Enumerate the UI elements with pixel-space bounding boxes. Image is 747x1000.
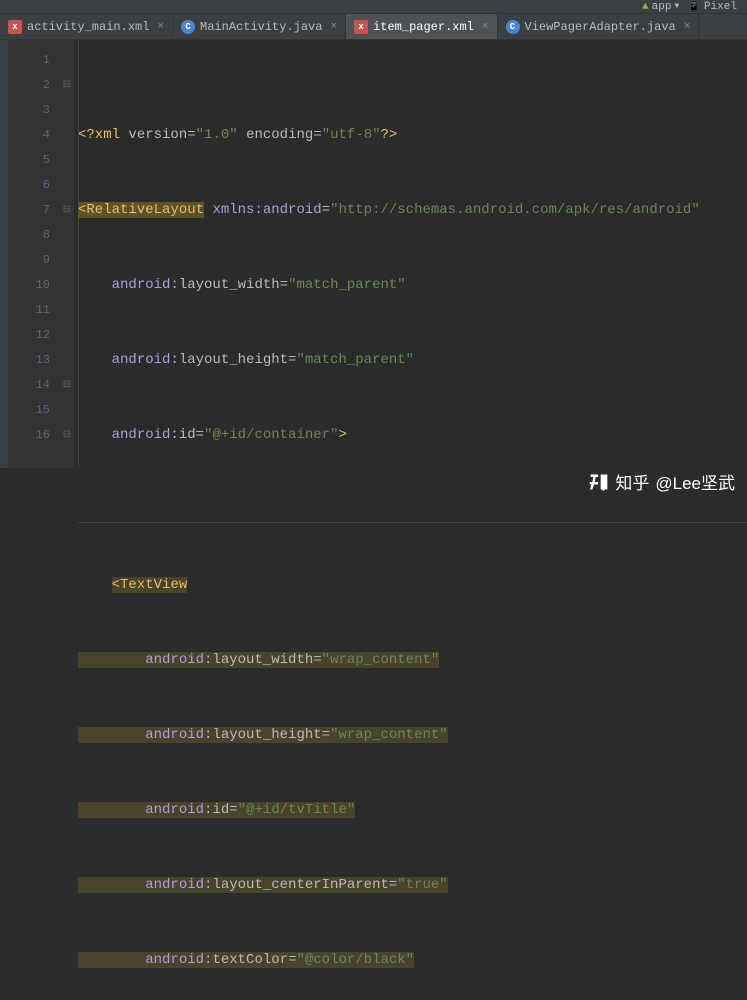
code-line: <?xml version="1.0" encoding="utf-8"?> [78, 123, 747, 148]
code-line: <RelativeLayout xmlns:android="http://sc… [78, 198, 747, 223]
tab-activity-main[interactable]: x activity_main.xml × [0, 14, 173, 39]
editor-tabs: x activity_main.xml × C MainActivity.jav… [0, 14, 747, 40]
code-line: android:id="@+id/tvTitle" [78, 798, 747, 823]
line-number: 6 [8, 173, 50, 198]
line-number: 11 [8, 298, 50, 323]
line-number: 1 [8, 48, 50, 73]
line-number: 7 [8, 198, 50, 223]
code-line: <TextView [78, 573, 747, 598]
left-margin [0, 40, 8, 468]
device-label: Pixel [704, 1, 737, 13]
xml-file-icon: x [354, 20, 368, 34]
close-icon[interactable]: × [482, 21, 489, 33]
tab-label: activity_main.xml [27, 20, 149, 34]
tab-label: item_pager.xml [373, 20, 474, 34]
tab-main-activity[interactable]: C MainActivity.java × [173, 14, 346, 39]
tab-item-pager[interactable]: x item_pager.xml × [346, 14, 497, 39]
run-configuration-dropdown[interactable]: ▲ app ▼ [642, 1, 679, 13]
close-icon[interactable]: × [157, 21, 164, 33]
editor[interactable]: 1 2 3 4 5 6 7 8 9 10 11 12 13 14 15 16 ⊟… [0, 40, 747, 468]
close-icon[interactable]: × [330, 21, 337, 33]
xml-file-icon: x [8, 20, 22, 34]
code-line: android:textColor="@color/black" [78, 948, 747, 973]
code-line: android:layout_height="match_parent" [78, 348, 747, 373]
tab-label: ViewPagerAdapter.java [525, 20, 676, 34]
line-number: 13 [8, 348, 50, 373]
line-number: 3 [8, 98, 50, 123]
line-number: 5 [8, 148, 50, 173]
java-file-icon: C [181, 20, 195, 34]
toolbar: ▲ app ▼ 📱 Pixel [0, 0, 747, 14]
java-file-icon: C [506, 20, 520, 34]
line-number: 10 [8, 273, 50, 298]
tab-viewpager-adapter[interactable]: C ViewPagerAdapter.java × [498, 14, 700, 39]
fold-strip: ⊟ ⊟ ⊟ ⊟ [60, 40, 74, 468]
line-number: 14 [8, 373, 50, 398]
line-number: 12 [8, 323, 50, 348]
line-number: 15 [8, 398, 50, 423]
fold-toggle[interactable]: ⊟ [60, 198, 74, 223]
code-line: android:layout_width="wrap_content" [78, 648, 747, 673]
line-gutter: 1 2 3 4 5 6 7 8 9 10 11 12 13 14 15 16 [8, 40, 60, 468]
code-line: android:layout_centerInParent="true" [78, 873, 747, 898]
run-config-label: app [652, 1, 672, 13]
phone-icon: 📱 [687, 0, 701, 14]
code-line: android:layout_height="wrap_content" [78, 723, 747, 748]
code-line: android:layout_width="match_parent" [78, 273, 747, 298]
line-number: 16 [8, 423, 50, 448]
line-number: 8 [8, 223, 50, 248]
code-line: android:id="@+id/container"> [78, 423, 747, 448]
fold-toggle[interactable]: ⊟ [60, 373, 74, 398]
device-dropdown[interactable]: 📱 Pixel [687, 0, 737, 14]
line-number: 2 [8, 73, 50, 98]
tab-label: MainActivity.java [200, 20, 322, 34]
android-icon: ▲ [642, 1, 649, 13]
line-number: 4 [8, 123, 50, 148]
chevron-down-icon: ▼ [674, 2, 679, 11]
code-line [78, 498, 747, 523]
fold-toggle[interactable]: ⊟ [60, 73, 74, 98]
code-area[interactable]: <?xml version="1.0" encoding="utf-8"?> <… [74, 40, 747, 468]
line-number: 9 [8, 248, 50, 273]
fold-toggle[interactable]: ⊟ [60, 423, 74, 448]
close-icon[interactable]: × [684, 21, 691, 33]
